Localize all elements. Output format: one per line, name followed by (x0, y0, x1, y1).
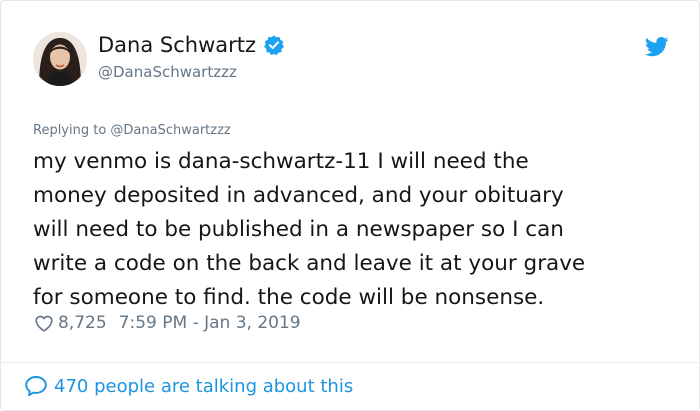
talking-about-link[interactable]: 470 people are talking about this (24, 375, 353, 397)
footer-divider (1, 362, 699, 363)
replying-to-label: Replying to @DanaSchwartzzz (33, 123, 231, 138)
tweet-timestamp[interactable]: 7:59 PM - Jan 3, 2019 (119, 313, 301, 333)
like-count[interactable]: 8,725 (58, 313, 107, 333)
author-name-text: Dana Schwartz (98, 33, 257, 57)
tweet-card: Dana Schwartz @DanaSchwartzzz Replying t… (0, 0, 700, 411)
speech-bubble-icon (25, 376, 47, 397)
author-handle[interactable]: @DanaSchwartzzz (98, 63, 237, 81)
tweet-text: my venmo is dana-schwartz-11 I will need… (33, 149, 586, 310)
author-display-name[interactable]: Dana Schwartz (98, 33, 285, 57)
verified-badge-icon (264, 35, 284, 56)
avatar-photo-icon (33, 32, 87, 86)
heart-icon[interactable] (33, 312, 55, 334)
talking-about-label: 470 people are talking about this (54, 375, 354, 397)
avatar[interactable] (33, 32, 87, 86)
twitter-bird-icon[interactable] (645, 37, 669, 57)
tweet-meta: 8,725 7:59 PM - Jan 3, 2019 (33, 312, 301, 334)
